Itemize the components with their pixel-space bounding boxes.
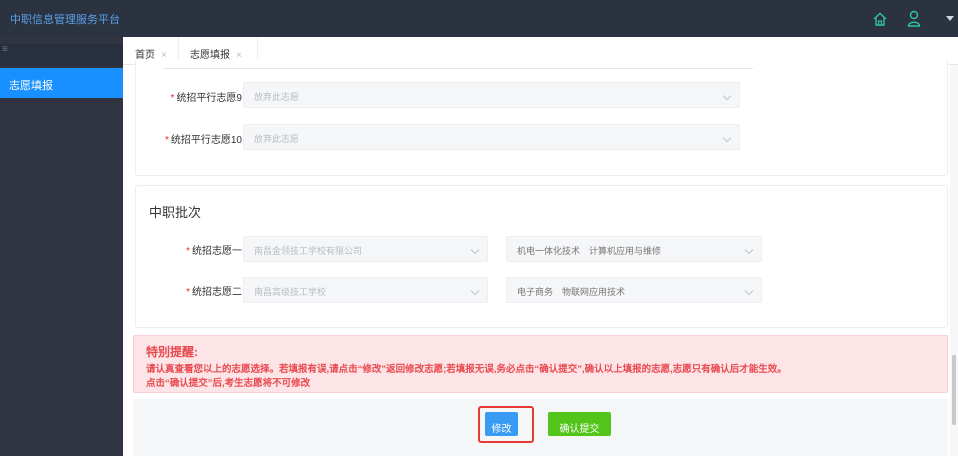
required-mark: *	[186, 287, 190, 298]
action-footer	[133, 399, 948, 456]
vocational-batch-card: 中职批次 * 统招志愿一 南昌金领技工学校有限公司 机电一体化技术 计算机应用与维修…	[135, 185, 948, 328]
chevron-down-icon	[722, 133, 732, 143]
sidebar: ≡ 志愿填报	[0, 37, 123, 456]
chevron-down-icon	[470, 245, 480, 255]
parallel-volunteer-9-select[interactable]: 放弃此志愿	[243, 82, 740, 108]
chevron-down-icon	[744, 245, 754, 255]
user-icon[interactable]	[907, 10, 921, 27]
main-content: * 统招平行志愿9 放弃此志愿 * 统招平行志愿10 放弃此志愿 中职批次 * 统招志…	[123, 59, 950, 456]
required-mark: *	[186, 246, 190, 257]
notice-line-2: 点击“确认提交”后,考生志愿将不可修改	[146, 378, 311, 389]
home-icon[interactable]	[872, 11, 888, 27]
parallel-volunteer-10-select[interactable]: 放弃此志愿	[243, 124, 740, 150]
sidebar-item-volunteer-filling[interactable]: 志愿填报	[0, 68, 123, 98]
field-label: * 统招志愿一	[186, 246, 242, 257]
app-title: 中职信息管理服务平台	[10, 14, 120, 26]
vocational-volunteer-1-school-select[interactable]: 南昌金领技工学校有限公司	[243, 236, 488, 262]
special-notice: 特别提醒: 请认真查看您以上的志愿选择。若填报有误,请点击“修改”返回修改志愿;…	[133, 335, 948, 393]
field-label: * 统招平行志愿10	[164, 135, 242, 146]
chevron-down-icon	[722, 91, 732, 101]
field-label: * 统招志愿二	[186, 287, 242, 298]
required-mark: *	[170, 93, 175, 104]
vertical-scrollbar[interactable]	[950, 65, 958, 456]
edit-button[interactable]: 修改	[485, 412, 518, 436]
chevron-down-icon	[744, 286, 754, 296]
scrollbar-thumb[interactable]	[952, 355, 956, 425]
parallel-volunteer-card: * 统招平行志愿9 放弃此志愿 * 统招平行志愿10 放弃此志愿	[135, 59, 948, 176]
notice-title: 特别提醒:	[146, 345, 198, 359]
sidebar-collapse-toggle[interactable]: ≡	[0, 44, 123, 66]
confirm-submit-button[interactable]: 确认提交	[548, 412, 611, 436]
vocational-volunteer-1-major-select[interactable]: 机电一体化技术 计算机应用与维修	[506, 236, 762, 262]
field-label: * 统招平行志愿9	[170, 93, 242, 104]
vocational-volunteer-2-school-select[interactable]: 南昌高级技工学校	[243, 277, 488, 303]
vocational-volunteer-2-major-select[interactable]: 电子商务 物联网应用技术	[506, 277, 762, 303]
required-mark: *	[164, 135, 169, 146]
divider	[163, 68, 753, 69]
chevron-down-icon[interactable]	[946, 16, 954, 21]
notice-line-1: 请认真查看您以上的志愿选择。若填报有误,请点击“修改”返回修改志愿;若填报无误,…	[146, 364, 787, 375]
section-title: 中职批次	[149, 205, 202, 220]
chevron-down-icon	[470, 286, 480, 296]
top-bar: 中职信息管理服务平台	[0, 0, 958, 37]
